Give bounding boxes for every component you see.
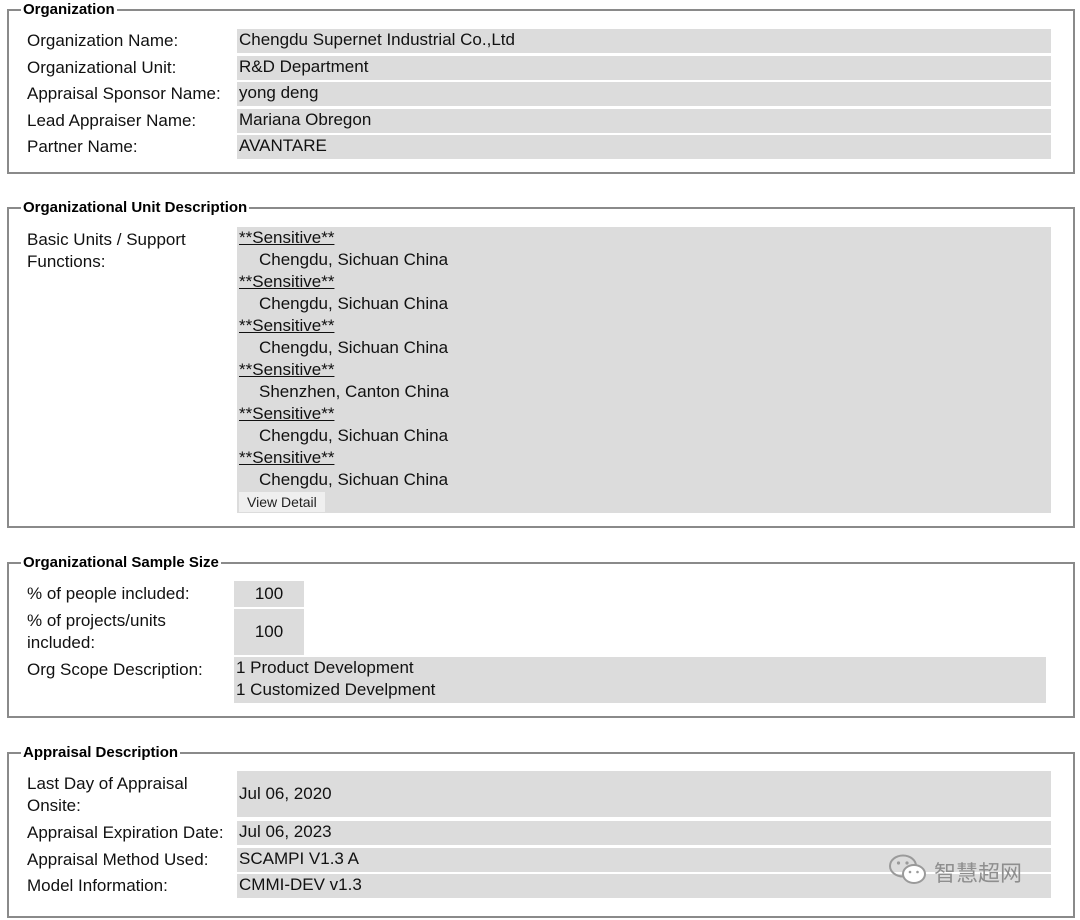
unit-name-link[interactable]: **Sensitive** xyxy=(239,404,334,423)
watermark: 智慧超网 xyxy=(888,852,1058,892)
organizational-unit-label: Organizational Unit: xyxy=(27,58,177,77)
scope-line: 1 Customized Develpment xyxy=(236,680,436,699)
partner-name-value: AVANTARE xyxy=(237,135,1051,159)
organization-name-label: Organization Name: xyxy=(27,31,179,50)
view-detail-button[interactable]: View Detail xyxy=(239,492,325,512)
last-day-onsite-label: Last Day of Appraisal Onsite: xyxy=(27,774,188,815)
appraisal-sponsor-value: yong deng xyxy=(237,82,1051,106)
list-item: **Sensitive** xyxy=(239,447,1051,469)
unit-name-link[interactable]: **Sensitive** xyxy=(239,360,334,379)
partner-name-label: Partner Name: xyxy=(27,137,138,156)
people-included-value: 100 xyxy=(234,581,304,607)
model-information-label: Model Information: xyxy=(27,876,168,895)
projects-included-value: 100 xyxy=(234,609,304,655)
last-day-onsite-value: Jul 06, 2020 xyxy=(237,771,1051,817)
people-included-label: % of people included: xyxy=(27,584,190,603)
unit-name-link[interactable]: **Sensitive** xyxy=(239,448,334,467)
expiration-date-value: Jul 06, 2023 xyxy=(237,821,1051,845)
unit-description-section: Organizational Unit Description Basic Un… xyxy=(7,198,1075,528)
organization-legend: Organization xyxy=(21,0,117,20)
expiration-date-label: Appraisal Expiration Date: xyxy=(27,823,224,842)
list-item: **Sensitive** xyxy=(239,359,1051,381)
appraisal-description-section: Appraisal Description Last Day of Apprai… xyxy=(7,743,1075,918)
organization-section: Organization Organization Name: Chengdu … xyxy=(7,0,1075,174)
list-item: **Sensitive** xyxy=(239,271,1051,293)
method-used-label: Appraisal Method Used: xyxy=(27,850,209,869)
sample-size-legend: Organizational Sample Size xyxy=(21,553,221,573)
unit-location: Chengdu, Sichuan China xyxy=(259,250,449,269)
unit-location: Chengdu, Sichuan China xyxy=(259,294,449,313)
list-item: **Sensitive** xyxy=(239,227,1051,249)
unit-location: Shenzhen, Canton China xyxy=(259,382,449,401)
scope-line: 1 Product Development xyxy=(236,658,414,677)
unit-name-link[interactable]: **Sensitive** xyxy=(239,272,334,291)
basic-units-label: Basic Units / Support Functions: xyxy=(27,230,186,271)
projects-included-label: % of projects/units included: xyxy=(27,611,166,652)
org-scope-value: 1 Product Development 1 Customized Devel… xyxy=(234,657,1046,703)
unit-name-link[interactable]: **Sensitive** xyxy=(239,228,334,247)
list-item: **Sensitive** xyxy=(239,403,1051,425)
unit-location: Chengdu, Sichuan China xyxy=(259,426,449,445)
appraisal-sponsor-label: Appraisal Sponsor Name: xyxy=(27,84,221,103)
wechat-icon xyxy=(888,853,928,892)
organization-name-value: Chengdu Supernet Industrial Co.,Ltd xyxy=(237,29,1051,53)
sample-size-section: Organizational Sample Size % of people i… xyxy=(7,553,1075,718)
unit-location: Chengdu, Sichuan China xyxy=(259,338,449,357)
watermark-text: 智慧超网 xyxy=(934,862,1023,887)
appraisal-description-legend: Appraisal Description xyxy=(21,743,181,763)
unit-location: Chengdu, Sichuan China xyxy=(259,470,449,489)
organizational-unit-value: R&D Department xyxy=(237,56,1051,80)
list-item: **Sensitive** xyxy=(239,315,1051,337)
lead-appraiser-label: Lead Appraiser Name: xyxy=(27,111,197,130)
basic-units-list: **Sensitive** Chengdu, Sichuan China **S… xyxy=(237,227,1051,513)
lead-appraiser-value: Mariana Obregon xyxy=(237,109,1051,133)
org-scope-label: Org Scope Description: xyxy=(27,660,203,679)
unit-description-legend: Organizational Unit Description xyxy=(21,198,250,218)
unit-name-link[interactable]: **Sensitive** xyxy=(239,316,334,335)
